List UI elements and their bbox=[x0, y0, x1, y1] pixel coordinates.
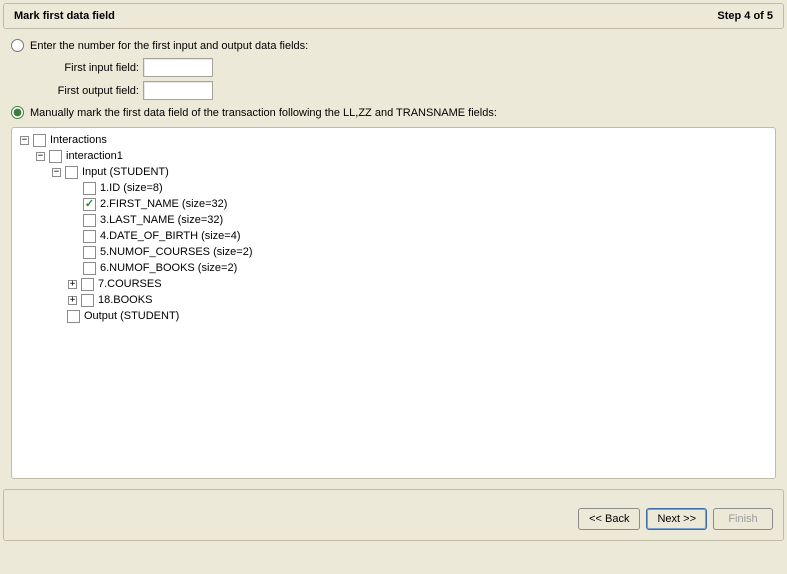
tree-node-output[interactable]: Output (STUDENT) bbox=[52, 308, 771, 324]
tree-checkbox[interactable] bbox=[65, 166, 78, 179]
tree-node-field-dob[interactable]: 4.DATE_OF_BIRTH (size=4) bbox=[68, 228, 771, 244]
wizard-button-bar: << Back Next >> Finish bbox=[3, 489, 784, 541]
tree-node-input[interactable]: − Input (STUDENT) bbox=[52, 164, 771, 180]
next-button[interactable]: Next >> bbox=[646, 508, 707, 530]
tree-checkbox[interactable] bbox=[81, 278, 94, 291]
tree-panel: − Interactions − interaction1 bbox=[11, 127, 776, 479]
option-enter-numbers-label: Enter the number for the first input and… bbox=[30, 40, 308, 52]
expander-spacer bbox=[68, 184, 79, 193]
first-output-field-row: First output field: bbox=[1, 79, 786, 102]
plus-icon[interactable]: + bbox=[68, 280, 77, 289]
tree-node-field-books[interactable]: + 18.BOOKS bbox=[68, 292, 771, 308]
tree-checkbox[interactable] bbox=[67, 310, 80, 323]
minus-icon[interactable]: − bbox=[20, 136, 29, 145]
tree-node-field-numof-books[interactable]: 6.NUMOF_BOOKS (size=2) bbox=[68, 260, 771, 276]
tree-label: 7.COURSES bbox=[98, 276, 162, 292]
first-output-label: First output field: bbox=[31, 85, 143, 97]
option-enter-numbers-radio[interactable] bbox=[11, 39, 24, 52]
tree-label: 5.NUMOF_COURSES (size=2) bbox=[100, 244, 253, 260]
tree-label: 2.FIRST_NAME (size=32) bbox=[100, 196, 227, 212]
tree-label: 3.LAST_NAME (size=32) bbox=[100, 212, 223, 228]
option-manual-mark-label: Manually mark the first data field of th… bbox=[30, 107, 497, 119]
tree-label: Output (STUDENT) bbox=[84, 308, 179, 324]
tree-checkbox[interactable] bbox=[81, 294, 94, 307]
expander-spacer bbox=[68, 216, 79, 225]
tree-node-field-last-name[interactable]: 3.LAST_NAME (size=32) bbox=[68, 212, 771, 228]
tree-label: Input (STUDENT) bbox=[82, 164, 169, 180]
first-input-label: First input field: bbox=[31, 62, 143, 74]
tree-checkbox[interactable] bbox=[83, 246, 96, 259]
first-input-field-row: First input field: bbox=[1, 56, 786, 79]
minus-icon[interactable]: − bbox=[52, 168, 61, 177]
tree-label: 4.DATE_OF_BIRTH (size=4) bbox=[100, 228, 241, 244]
tree-checkbox[interactable] bbox=[83, 262, 96, 275]
expander-spacer bbox=[68, 232, 79, 241]
option-manual-mark-radio[interactable] bbox=[11, 106, 24, 119]
option-manual-mark-row: Manually mark the first data field of th… bbox=[1, 102, 786, 123]
first-output-field[interactable] bbox=[143, 81, 213, 100]
tree-node-field-id[interactable]: 1.ID (size=8) bbox=[68, 180, 771, 196]
tree-label: 6.NUMOF_BOOKS (size=2) bbox=[100, 260, 237, 276]
tree-checkbox[interactable] bbox=[83, 230, 96, 243]
tree-label: 1.ID (size=8) bbox=[100, 180, 163, 196]
tree-node-field-numof-courses[interactable]: 5.NUMOF_COURSES (size=2) bbox=[68, 244, 771, 260]
tree-node-field-first-name[interactable]: 2.FIRST_NAME (size=32) bbox=[68, 196, 771, 212]
tree-checkbox[interactable] bbox=[49, 150, 62, 163]
plus-icon[interactable]: + bbox=[68, 296, 77, 305]
tree-label: 18.BOOKS bbox=[98, 292, 152, 308]
minus-icon[interactable]: − bbox=[36, 152, 45, 161]
wizard-step-indicator: Step 4 of 5 bbox=[717, 10, 773, 22]
first-input-field[interactable] bbox=[143, 58, 213, 77]
tree-label: interaction1 bbox=[66, 148, 123, 164]
field-tree: − Interactions − interaction1 bbox=[20, 132, 771, 324]
wizard-title: Mark first data field bbox=[14, 10, 115, 22]
expander-spacer bbox=[68, 248, 79, 257]
tree-label: Interactions bbox=[50, 132, 107, 148]
expander-spacer bbox=[68, 200, 79, 209]
back-button[interactable]: << Back bbox=[578, 508, 640, 530]
tree-node-interaction1[interactable]: − interaction1 bbox=[36, 148, 771, 164]
expander-spacer bbox=[68, 264, 79, 273]
tree-node-field-courses[interactable]: + 7.COURSES bbox=[68, 276, 771, 292]
tree-checkbox[interactable] bbox=[33, 134, 46, 147]
option-enter-numbers-row: Enter the number for the first input and… bbox=[1, 35, 786, 56]
tree-checkbox[interactable] bbox=[83, 198, 96, 211]
tree-checkbox[interactable] bbox=[83, 214, 96, 227]
finish-button: Finish bbox=[713, 508, 773, 530]
tree-node-interactions[interactable]: − Interactions bbox=[20, 132, 771, 148]
expander-spacer bbox=[52, 312, 63, 321]
tree-checkbox[interactable] bbox=[83, 182, 96, 195]
wizard-header: Mark first data field Step 4 of 5 bbox=[3, 3, 784, 29]
